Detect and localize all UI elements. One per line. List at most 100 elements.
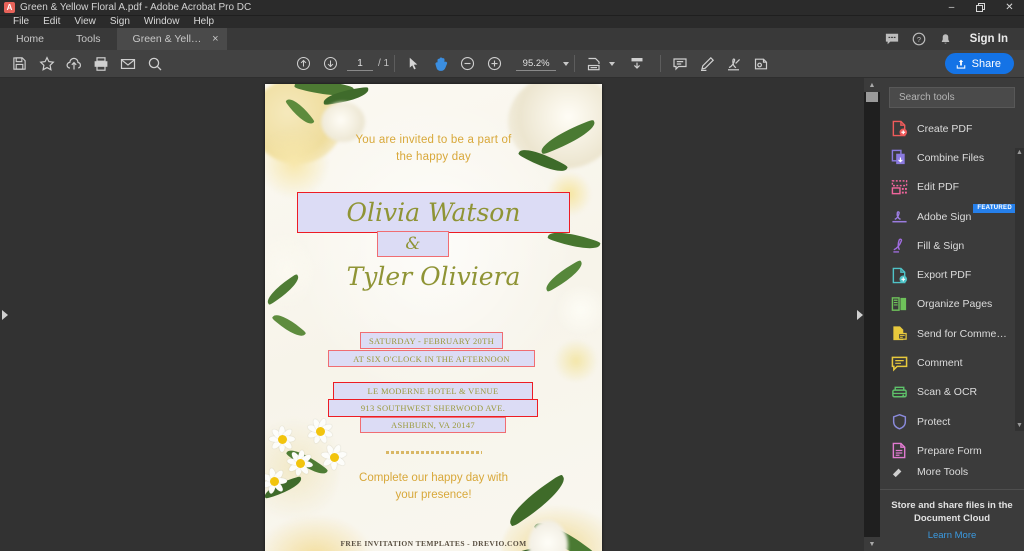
menu-view[interactable]: View — [67, 16, 103, 28]
combine-files-icon — [891, 149, 908, 166]
form-field-address[interactable]: 913 SOUTHWEST SHERWOOD AVE. — [328, 399, 538, 417]
daisy-icon — [320, 443, 348, 470]
tool-item-export-pdf[interactable]: Export PDF — [880, 260, 1024, 289]
tool-item-protect[interactable]: Protect — [880, 407, 1024, 436]
tool-item-create-pdf[interactable]: Create PDF — [880, 114, 1024, 143]
page-number-input[interactable]: 1 — [347, 56, 373, 71]
add-to-favorites-icon[interactable] — [33, 52, 60, 76]
organize-pages-icon — [891, 296, 908, 313]
fill-and-sign-icon — [891, 237, 908, 254]
tool-item-scan-ocr[interactable]: Scan & OCR — [880, 378, 1024, 407]
menu-sign[interactable]: Sign — [103, 16, 137, 28]
form-field-venue[interactable]: LE MODERNE HOTEL & VENUE — [333, 382, 533, 400]
page-fit-icon[interactable] — [580, 52, 607, 76]
tool-item-organize-pages-label: Organize Pages — [917, 298, 993, 311]
tool-item-export-pdf-label: Export PDF — [917, 269, 972, 282]
form-field-city[interactable]: ASHBURN, VA 20147 — [360, 417, 506, 433]
tool-item-fill-and-sign[interactable]: Fill & Sign — [880, 231, 1024, 260]
scrollbar-thumb[interactable] — [866, 92, 878, 102]
minimize-button[interactable]: – — [937, 0, 966, 16]
svg-text:?: ? — [917, 35, 921, 44]
sign-icon[interactable] — [720, 52, 747, 76]
learn-more-link[interactable]: Learn More — [890, 530, 1014, 541]
add-comment-icon[interactable] — [666, 52, 693, 76]
tool-item-adobe-sign[interactable]: Adobe Sign FEATURED — [880, 202, 1024, 231]
zoom-search-icon[interactable] — [141, 52, 168, 76]
tool-item-more-tools-label: More Tools — [917, 465, 969, 478]
scroll-down-arrow-icon[interactable]: ▼ — [864, 537, 880, 551]
zoom-in-icon[interactable] — [481, 52, 508, 76]
vertical-scrollbar[interactable]: ▲ ▼ — [864, 78, 880, 551]
tool-item-combine-files[interactable]: Combine Files — [880, 143, 1024, 172]
daisy-icon — [269, 426, 295, 452]
form-field-ampersand[interactable]: & — [377, 231, 449, 257]
print-icon[interactable] — [87, 52, 114, 76]
scroll-mode-icon[interactable] — [623, 52, 650, 76]
email-icon[interactable] — [114, 52, 141, 76]
search-tools-placeholder: Search tools — [899, 92, 955, 103]
window-title: Green & Yellow Floral A.pdf - Adobe Acro… — [20, 2, 252, 13]
left-panel-expand-handle[interactable] — [1, 306, 9, 324]
tool-item-prepare-form[interactable]: Prepare Form — [880, 436, 1024, 465]
save-icon[interactable] — [6, 52, 33, 76]
menu-help[interactable]: Help — [186, 16, 221, 28]
form-field-name-1[interactable]: Olivia Watson — [297, 192, 570, 233]
highlight-icon[interactable] — [693, 52, 720, 76]
daisy-icon — [306, 417, 334, 445]
hand-tool-icon[interactable] — [427, 52, 454, 76]
comment-icon[interactable] — [879, 28, 905, 50]
scrollbar-track[interactable] — [864, 92, 880, 537]
page-fit-chevron-icon[interactable] — [609, 61, 616, 66]
tools-scroll-up-icon[interactable]: ▲ — [1015, 148, 1024, 158]
tab-close-icon[interactable]: × — [212, 33, 218, 45]
document-viewport[interactable]: You are invited to be a part of the happ… — [0, 78, 880, 551]
tool-item-comment[interactable]: Comment — [880, 348, 1024, 377]
form-field-city-value: ASHBURN, VA 20147 — [391, 420, 475, 430]
share-button[interactable]: Share — [944, 53, 1014, 74]
toolbar-separator — [394, 55, 396, 72]
tool-item-send-for-comments[interactable]: Send for Comme… — [880, 319, 1024, 348]
protect-shield-icon — [891, 413, 908, 430]
help-icon[interactable]: ? — [906, 28, 932, 50]
invitation-intro: You are invited to be a part of the happ… — [265, 132, 602, 166]
acrobat-icon — [4, 2, 15, 13]
tool-item-scan-ocr-label: Scan & OCR — [917, 386, 978, 399]
tab-tools[interactable]: Tools — [60, 28, 117, 50]
stamp-icon[interactable] — [747, 52, 774, 76]
menu-file[interactable]: File — [6, 16, 36, 28]
search-tools-input[interactable]: Search tools — [889, 87, 1015, 108]
tool-item-more-tools[interactable]: More Tools — [880, 466, 1024, 478]
right-panel-collapse-handle[interactable] — [856, 306, 864, 324]
document-name-2-value: Tyler Oliviera — [346, 262, 521, 291]
form-field-time[interactable]: AT SIX O'CLOCK IN THE AFTERNOON — [328, 350, 535, 367]
tab-home-label: Home — [16, 33, 45, 45]
select-cursor-icon[interactable] — [400, 52, 427, 76]
send-for-comments-icon — [891, 325, 908, 342]
close-button[interactable]: ✕ — [995, 0, 1024, 16]
restore-button[interactable] — [966, 0, 995, 16]
upload-cloud-icon[interactable] — [60, 52, 87, 76]
notification-bell-icon[interactable] — [933, 28, 959, 50]
tools-scroll-down-icon[interactable]: ▼ — [1015, 421, 1024, 431]
zoom-level-control[interactable]: 95.2% — [516, 56, 570, 71]
scroll-up-arrow-icon[interactable]: ▲ — [864, 78, 880, 92]
toolbar-separator-2 — [574, 55, 576, 72]
tool-item-organize-pages[interactable]: Organize Pages — [880, 290, 1024, 319]
next-page-icon[interactable] — [317, 52, 344, 76]
tab-tools-label: Tools — [76, 33, 101, 45]
invitation-closing-line2: your presence! — [395, 489, 472, 501]
previous-page-icon[interactable] — [290, 52, 317, 76]
tab-home[interactable]: Home — [0, 28, 60, 50]
tab-document[interactable]: Green & Yellow Flo... × — [116, 28, 227, 50]
adobe-sign-icon — [891, 208, 908, 225]
zoom-out-icon[interactable] — [454, 52, 481, 76]
tool-item-edit-pdf[interactable]: Edit PDF — [880, 173, 1024, 202]
invitation-intro-line1: You are invited to be a part of — [355, 134, 512, 146]
sign-in-button[interactable]: Sign In — [960, 33, 1018, 45]
menu-window[interactable]: Window — [137, 16, 187, 28]
menu-edit[interactable]: Edit — [36, 16, 67, 28]
zoom-level-value[interactable]: 95.2% — [516, 56, 557, 71]
chevron-down-icon[interactable] — [563, 61, 570, 66]
form-field-date[interactable]: SATURDAY - FEBRUARY 20TH — [360, 332, 503, 349]
tools-panel-scrollbar[interactable]: ▲ ▼ — [1015, 148, 1024, 431]
